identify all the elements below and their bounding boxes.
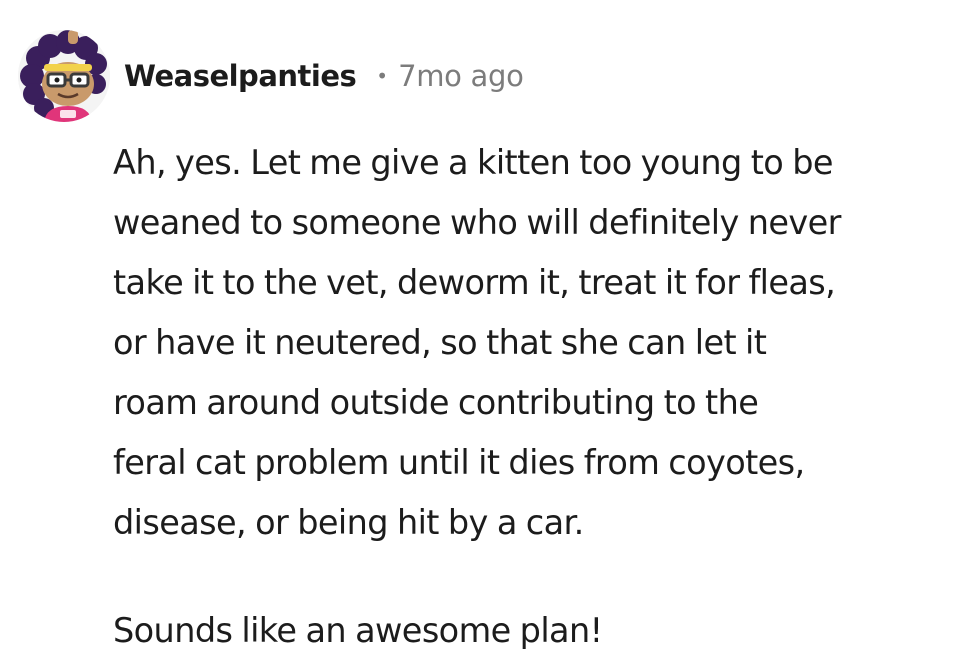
comment-paragraph: Sounds like an awesome plan! <box>113 611 603 650</box>
comment-paragraph: Ah, yes. Let me give a kitten too young … <box>113 143 841 542</box>
comment-header: Weaselpanties • 7mo ago <box>18 28 524 124</box>
snoo-avatar-icon[interactable] <box>18 30 110 122</box>
comment-body: Ah, yes. Let me give a kitten too young … <box>113 133 958 661</box>
comment: Weaselpanties • 7mo ago Ah, yes. Let me … <box>0 0 965 671</box>
comment-timestamp[interactable]: 7mo ago <box>398 59 524 93</box>
author-username[interactable]: Weaselpanties <box>124 59 357 93</box>
meta-separator: • <box>376 64 389 88</box>
